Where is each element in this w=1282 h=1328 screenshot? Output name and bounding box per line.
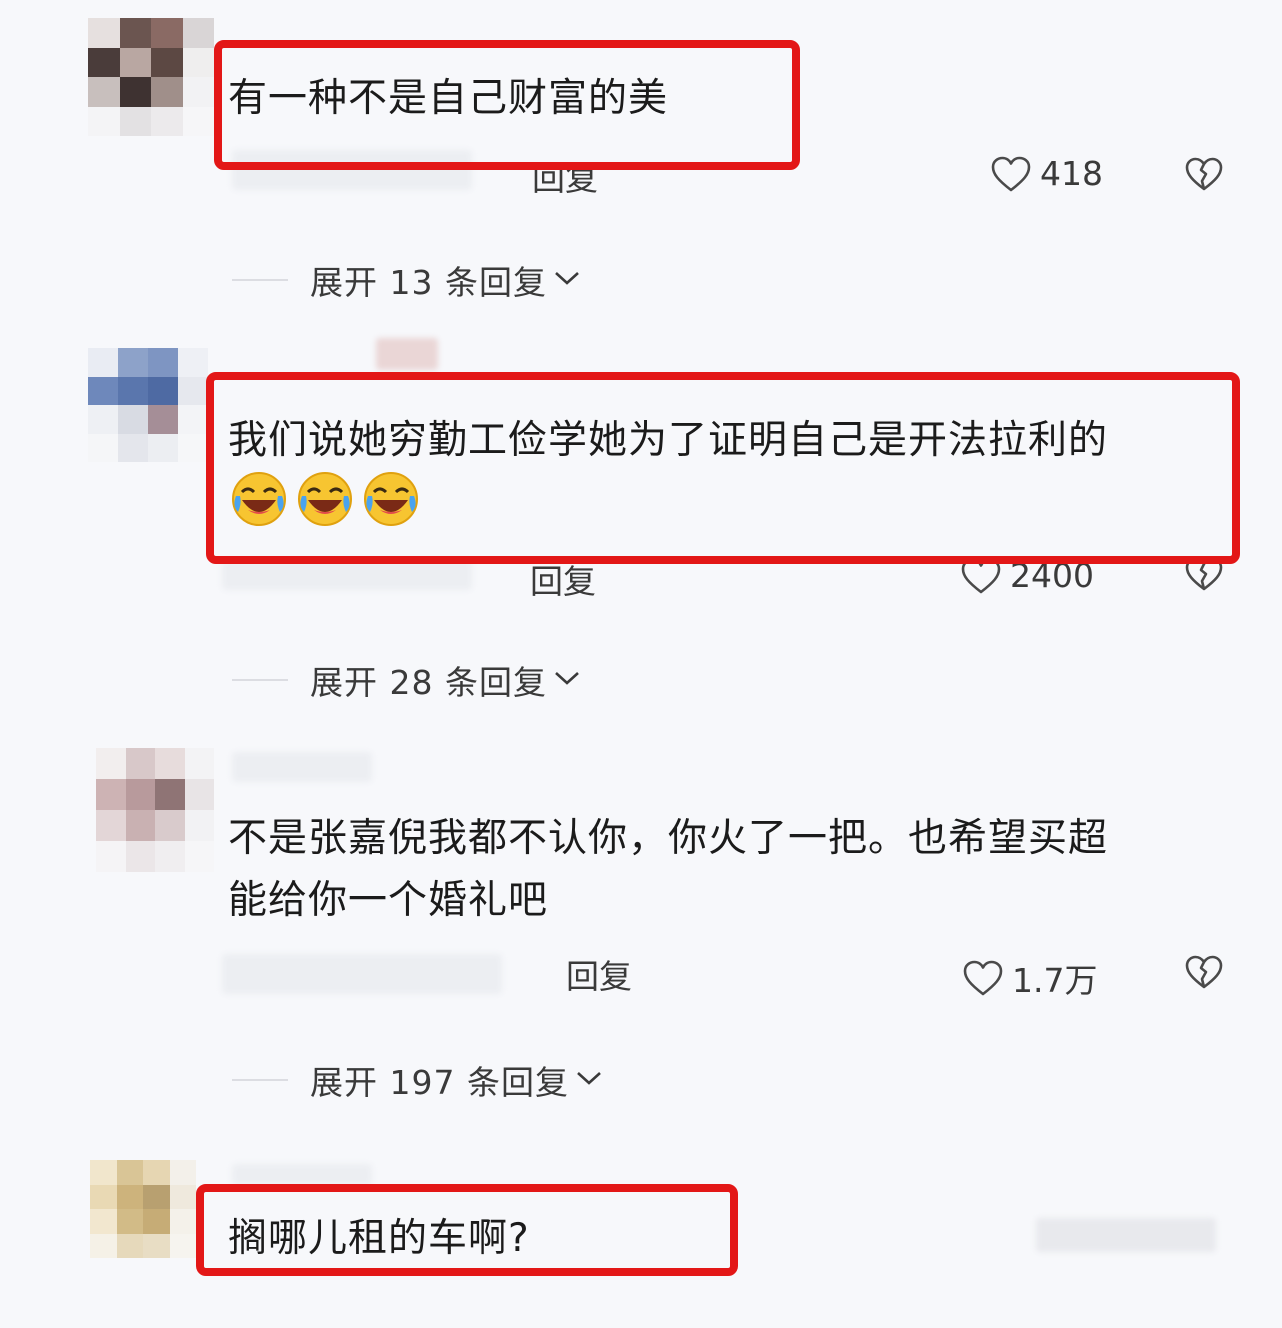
chevron-down-icon: [553, 669, 581, 691]
username-placeholder: [376, 338, 438, 370]
username-placeholder: [222, 954, 502, 994]
divider-line: [232, 1079, 288, 1081]
expand-replies-button[interactable]: 展开 13 条回复: [232, 256, 581, 304]
like-count: 1.7万: [1012, 961, 1098, 1000]
expand-replies-button[interactable]: 展开 28 条回复: [232, 656, 581, 704]
broken-heart-icon: [1184, 156, 1224, 192]
dislike-button[interactable]: [1184, 156, 1224, 192]
highlight-box: [196, 1184, 738, 1276]
expand-replies-label: 展开 13 条回复: [310, 263, 547, 302]
divider-line: [232, 279, 288, 281]
like-button[interactable]: 418: [990, 154, 1103, 193]
dislike-button[interactable]: [1184, 954, 1224, 990]
divider-line: [232, 679, 288, 681]
like-count: 418: [1040, 154, 1103, 193]
like-button[interactable]: 1.7万: [962, 954, 1097, 1002]
comment-list: 有一种不是自己财富的美 回复 418 展开 13 条回复 我们说她穷勤工俭学她为…: [0, 0, 1282, 1328]
avatar[interactable]: [90, 1160, 196, 1258]
avatar[interactable]: [88, 348, 208, 462]
username-placeholder: [222, 560, 472, 590]
avatar[interactable]: [88, 18, 214, 136]
heart-outline-icon: [990, 155, 1032, 193]
comment-text: 不是张嘉倪我都不认你，你火了一把。也希望买超 能给你一个婚礼吧: [228, 816, 1109, 923]
like-placeholder: [1036, 1218, 1216, 1252]
chevron-down-icon: [575, 1069, 603, 1091]
expand-replies-button[interactable]: 展开 197 条回复: [232, 1056, 603, 1104]
username-placeholder: [232, 752, 372, 782]
chevron-down-icon: [553, 269, 581, 291]
expand-replies-label: 展开 28 条回复: [310, 663, 547, 702]
reply-button[interactable]: 回复: [566, 950, 632, 998]
heart-outline-icon: [962, 959, 1004, 997]
username-placeholder: [232, 1164, 372, 1186]
highlight-box: [214, 40, 800, 170]
broken-heart-icon: [1184, 954, 1224, 990]
highlight-box: [206, 372, 1240, 564]
avatar[interactable]: [96, 748, 214, 872]
expand-replies-label: 展开 197 条回复: [310, 1063, 569, 1102]
